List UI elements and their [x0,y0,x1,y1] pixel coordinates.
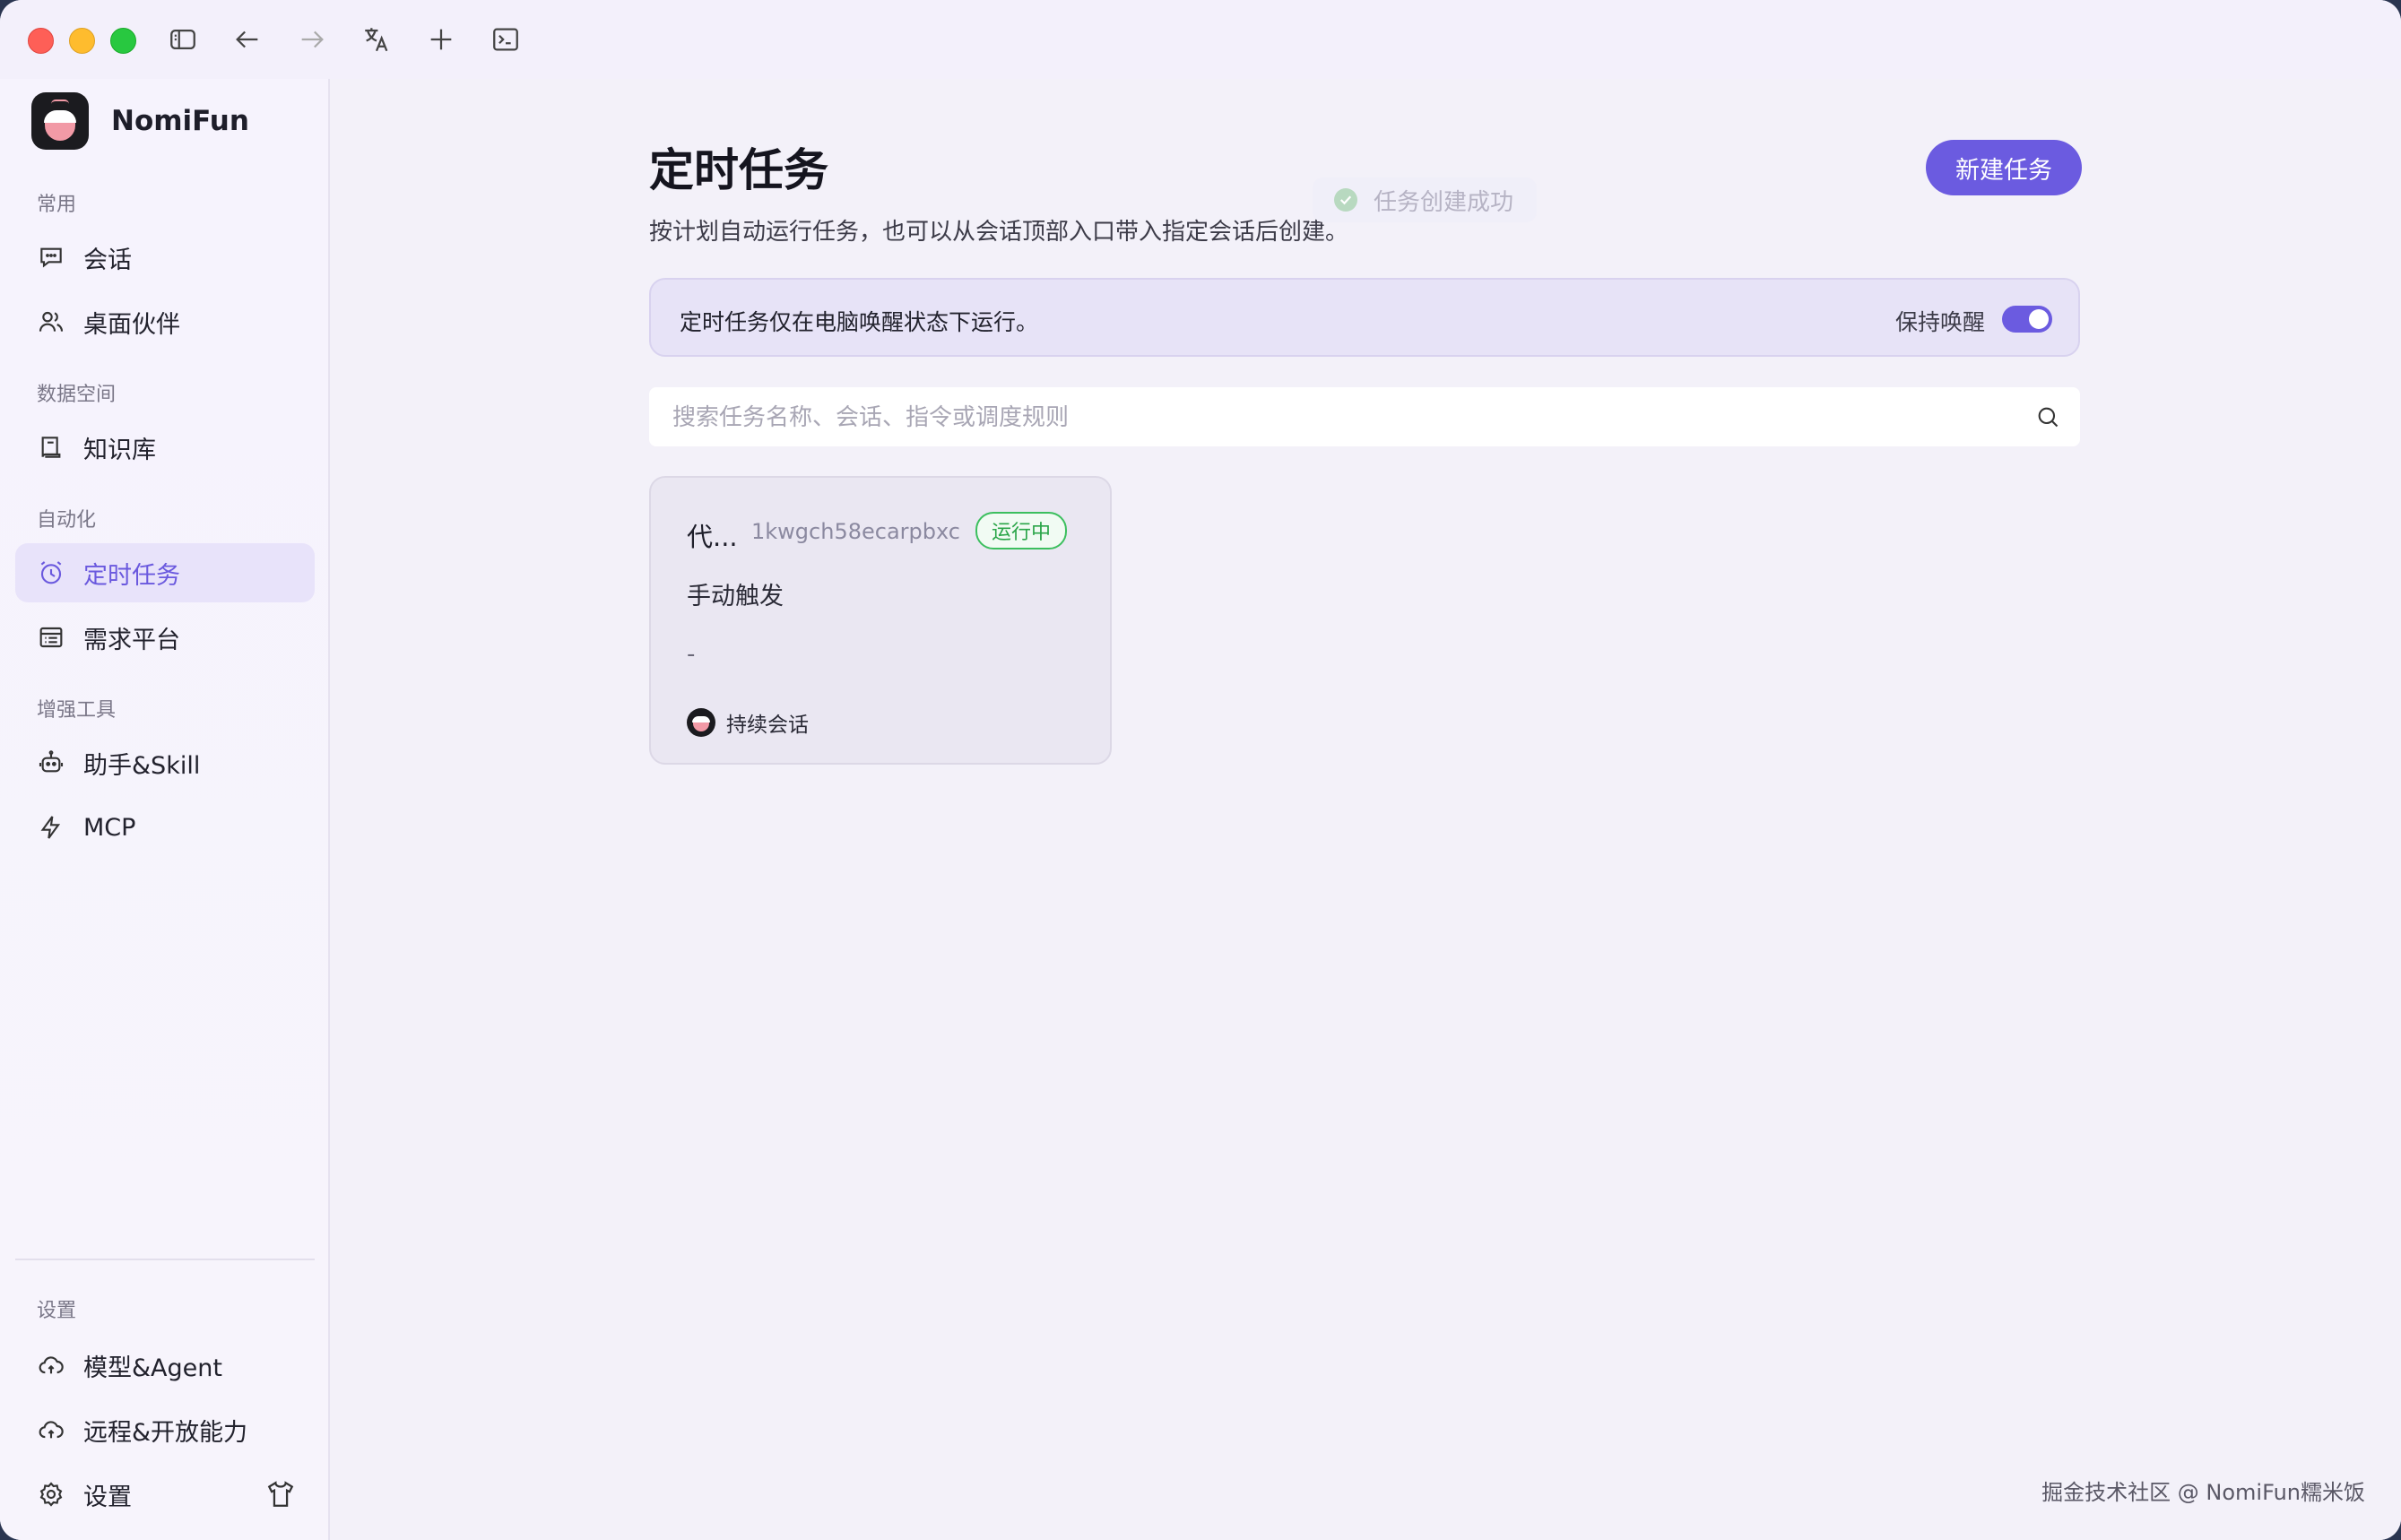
check-circle-icon [1334,188,1357,212]
forward-arrow-icon[interactable] [294,22,330,57]
back-arrow-icon[interactable] [230,22,265,57]
toggle-knob [2029,309,2049,329]
sidebar-item-label: 远程&开放能力 [83,1418,248,1447]
plus-icon[interactable] [423,22,459,57]
task-session: 持续会话 [687,707,809,738]
sidebar-item-label: MCP [83,813,136,842]
brand: NomiFun [31,92,249,150]
sidebar-item-scheduled-tasks[interactable]: 定时任务 [15,543,315,602]
sidebar-item-remote-open[interactable]: 远程&开放能力 [15,1400,315,1459]
users-icon [35,306,67,338]
keep-awake-toggle[interactable] [2002,306,2052,333]
main-content: 定时任务 按计划自动运行任务，也可以从会话顶部入口带入指定会话后创建。 任务创建… [330,79,2401,1540]
sidebar: NomiFun 常用 会话 桌面伙伴 数据空间 知识库 自动化 定时任务 需求平… [0,79,330,1540]
new-task-button[interactable]: 新建任务 [1926,140,2082,195]
avatar [687,708,715,737]
robot-icon [35,747,67,779]
section-label-settings: 设置 [37,1300,77,1322]
cloud-icon [35,1414,67,1446]
sidebar-toggle-icon[interactable] [165,22,201,57]
page-subtitle: 按计划自动运行任务，也可以从会话顶部入口带入指定会话后创建。 [649,219,1349,246]
cloud-icon [35,1349,67,1381]
search-icon[interactable] [2035,404,2060,429]
success-toast: 任务创建成功 [1313,177,1538,222]
sidebar-divider [15,1259,315,1260]
section-label-automation: 自动化 [37,509,97,532]
sidebar-item-assistant-skill[interactable]: 助手&Skill [15,733,315,792]
clock-icon [35,557,67,589]
sidebar-item-desktop-partner[interactable]: 桌面伙伴 [15,292,315,351]
shirt-icon[interactable] [265,1479,298,1511]
list-icon [35,621,67,653]
sidebar-item-label: 会话 [83,246,132,274]
sidebar-item-label: 定时任务 [83,561,180,590]
gear-icon [35,1478,67,1510]
app-name: NomiFun [111,105,249,137]
section-label-tools: 增强工具 [37,699,117,722]
status-badge: 运行中 [975,512,1068,549]
minimize-window-button[interactable] [69,28,95,54]
sidebar-item-model-agent[interactable]: 模型&Agent [15,1336,315,1395]
zoom-window-button[interactable] [110,28,136,54]
book-icon [35,431,67,463]
terminal-icon[interactable] [488,22,524,57]
sidebar-item-label: 模型&Agent [83,1354,222,1382]
task-detail: - [687,641,696,668]
app-window: NomiFun 常用 会话 桌面伙伴 数据空间 知识库 自动化 定时任务 需求平… [0,0,2401,1540]
translate-icon[interactable] [359,22,394,57]
sidebar-item-knowledge-base[interactable]: 知识库 [15,418,315,477]
task-trigger: 手动触发 [687,583,784,610]
sidebar-item-label: 助手&Skill [83,751,201,780]
awake-notice-banner: 定时任务仅在电脑唤醒状态下运行。 保持唤醒 [649,278,2080,357]
chat-icon [35,241,67,273]
task-id: 1kwgch58ecarpbxc [751,519,960,544]
task-search-box [649,387,2080,448]
section-label-common: 常用 [37,194,77,216]
sidebar-item-mcp[interactable]: MCP [15,798,315,857]
task-title: 代... [687,522,738,552]
app-logo [31,92,89,150]
close-window-button[interactable] [28,28,54,54]
sidebar-item-label: 桌面伙伴 [83,310,180,339]
sidebar-item-chat[interactable]: 会话 [15,228,315,287]
section-label-data-space: 数据空间 [37,384,117,406]
banner-text: 定时任务仅在电脑唤醒状态下运行。 [680,309,1039,335]
task-card[interactable]: 代... 1kwgch58ecarpbxc 运行中 手动触发 - 持续会话 [649,476,1112,765]
title-bar [0,0,2401,79]
sidebar-item-label: 需求平台 [83,626,180,654]
watermark: 掘金技术社区 @ NomiFun糯米饭 [2041,1480,2365,1505]
page-title: 定时任务 [649,144,828,196]
sidebar-item-label: 设置 [83,1483,132,1511]
session-label: 持续会话 [726,714,809,737]
task-search-input[interactable] [649,387,2019,448]
keep-awake-label: 保持唤醒 [1895,309,1986,335]
sidebar-item-requirements[interactable]: 需求平台 [15,608,315,667]
sidebar-item-label: 知识库 [83,436,156,464]
toast-text: 任务创建成功 [1374,188,1514,216]
bolt-icon [35,811,67,844]
